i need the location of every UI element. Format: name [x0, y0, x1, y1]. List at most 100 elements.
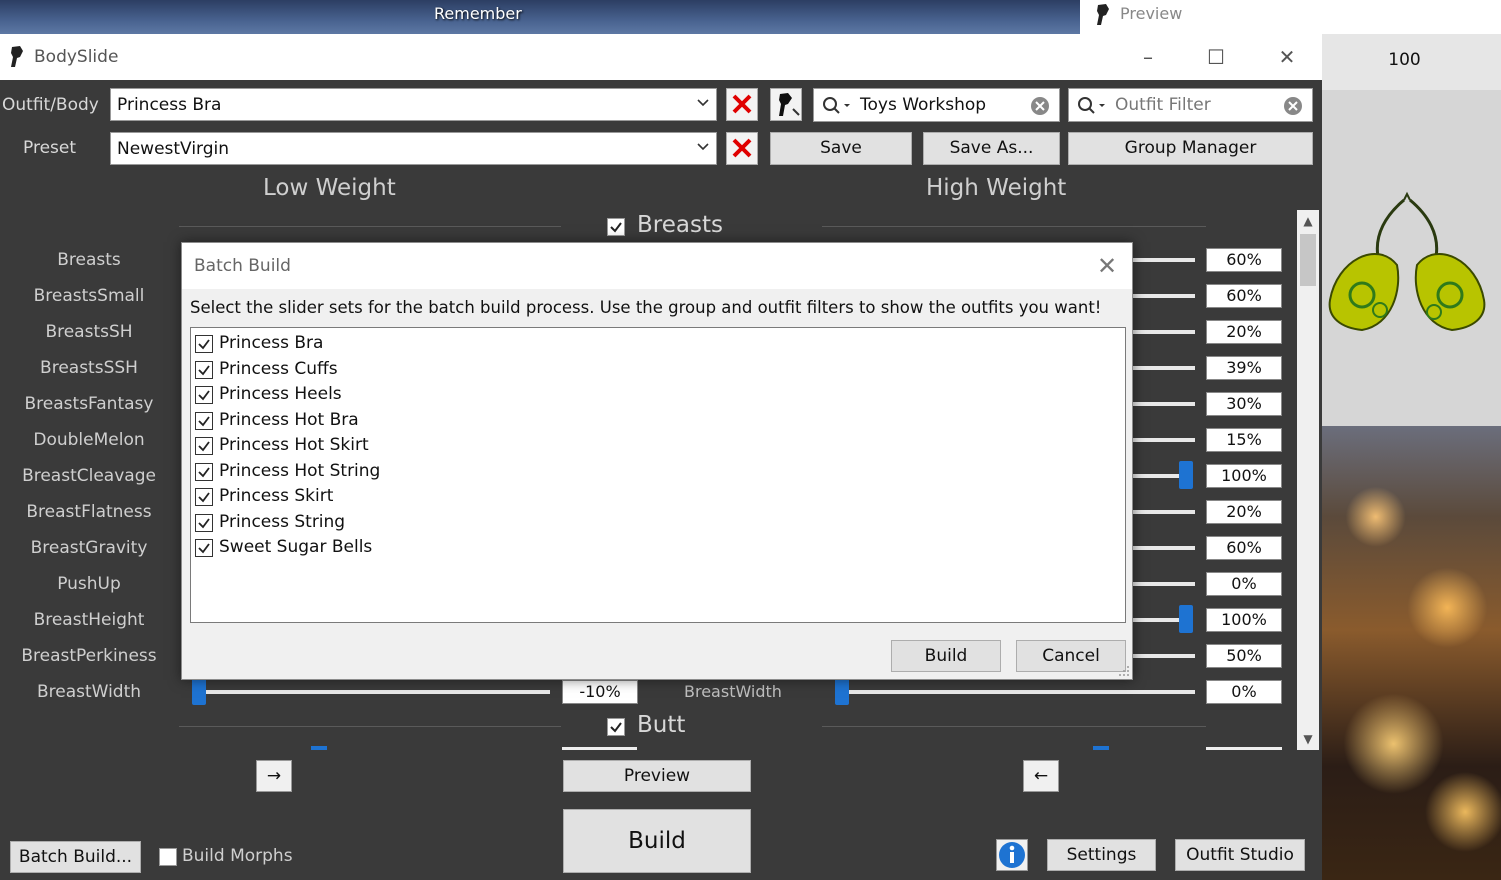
high-value-box[interactable]: 39% — [1206, 356, 1282, 380]
outfit-body-select[interactable]: Princess Bra — [110, 88, 717, 121]
high-slider-track[interactable] — [1133, 438, 1195, 442]
scroll-up-icon[interactable]: ▲ — [1297, 210, 1319, 232]
minimize-button[interactable]: – — [1125, 42, 1171, 72]
save-button[interactable]: Save — [770, 132, 912, 165]
checked-checkbox-icon[interactable] — [195, 386, 213, 404]
high-slider-track[interactable] — [838, 690, 1195, 694]
high-value-box[interactable]: 20% — [1206, 320, 1282, 344]
group-separator — [179, 226, 561, 227]
group-manager-button[interactable]: Group Manager — [1068, 132, 1313, 165]
slider-name: BreastsSmall — [33, 286, 145, 306]
checked-checkbox-icon[interactable] — [195, 488, 213, 506]
chevron-down-icon — [697, 143, 709, 151]
high-slider-track[interactable] — [1133, 402, 1195, 406]
dialog-titlebar[interactable]: Batch Build ✕ — [182, 243, 1132, 289]
slider-name: BreastCleavage — [22, 466, 156, 486]
preview-button[interactable]: Preview — [563, 760, 751, 792]
dialog-cancel-button[interactable]: Cancel — [1016, 640, 1126, 672]
settings-button[interactable]: Settings — [1047, 839, 1156, 871]
high-value-box[interactable]: 60% — [1206, 536, 1282, 560]
checked-checkbox-icon[interactable] — [195, 437, 213, 455]
high-slider-track[interactable] — [1133, 258, 1195, 262]
checked-checkbox-icon[interactable] — [195, 361, 213, 379]
high-slider-thumb[interactable] — [835, 677, 849, 705]
checklist-item-label: Princess Hot Bra — [219, 410, 359, 430]
group-separator — [179, 726, 561, 727]
group-separator — [822, 726, 1206, 727]
resize-grip-icon[interactable] — [1118, 665, 1130, 677]
high-value-box[interactable]: 0% — [1206, 680, 1282, 704]
close-button[interactable]: ✕ — [1264, 42, 1310, 72]
delete-preset-button[interactable] — [726, 132, 758, 165]
outfit-checklist[interactable]: Princess Bra Princess Cuffs Princess Hee… — [190, 327, 1126, 623]
high-slider-track[interactable] — [1133, 582, 1195, 586]
high-slider-track[interactable] — [1133, 618, 1185, 622]
high-value-box[interactable]: 60% — [1206, 248, 1282, 272]
checked-checkbox-icon[interactable] — [195, 539, 213, 557]
bodyslide-group-icon — [779, 93, 800, 116]
high-slider-track[interactable] — [1133, 294, 1195, 298]
high-slider-thumb[interactable] — [1179, 461, 1193, 489]
checked-checkbox-icon[interactable] — [195, 463, 213, 481]
dialog-build-button[interactable]: Build — [891, 640, 1001, 672]
info-button[interactable] — [996, 839, 1028, 871]
slider-thumb-partial[interactable] — [311, 746, 327, 750]
checked-checkbox-icon[interactable] — [195, 514, 213, 532]
build-morphs-checkbox[interactable] — [159, 848, 177, 866]
high-slider-track[interactable] — [1133, 654, 1195, 658]
high-value-box[interactable]: 60% — [1206, 284, 1282, 308]
checklist-item-label: Princess Skirt — [219, 486, 334, 506]
copy-to-high-button[interactable]: → — [256, 760, 292, 792]
low-value-box[interactable]: -10% — [562, 680, 638, 704]
slider-name: DoubleMelon — [33, 430, 145, 450]
checked-checkbox-icon[interactable] — [195, 412, 213, 430]
preview-window-titlebar[interactable]: Preview — [1080, 0, 1501, 34]
high-value-box[interactable]: 100% — [1206, 608, 1282, 632]
group-separator — [822, 226, 1206, 227]
sliders-scrollbar[interactable]: ▲ ▼ — [1297, 210, 1319, 750]
group-filter-value: Toys Workshop — [860, 95, 987, 115]
high-value-box[interactable]: 15% — [1206, 428, 1282, 452]
butt-group-checkbox[interactable] — [607, 718, 625, 736]
slider-name: Breasts — [57, 250, 121, 270]
outfit-filter-search[interactable]: Outfit Filter — [1068, 88, 1313, 122]
outfit-studio-button[interactable]: Outfit Studio — [1175, 839, 1305, 871]
checked-checkbox-icon[interactable] — [195, 335, 213, 353]
save-as-button[interactable]: Save As... — [923, 132, 1060, 165]
high-slider-track[interactable] — [1133, 330, 1195, 334]
high-value-box[interactable]: 0% — [1206, 572, 1282, 596]
high-slider-track[interactable] — [1133, 474, 1185, 478]
low-slider-track[interactable] — [196, 690, 550, 694]
copy-to-low-button[interactable]: ← — [1023, 760, 1059, 792]
high-slider-track[interactable] — [1133, 366, 1195, 370]
check-icon — [610, 722, 622, 733]
maximize-button[interactable]: ☐ — [1193, 42, 1239, 72]
breasts-group-checkbox[interactable] — [607, 218, 625, 236]
batch-build-button[interactable]: Batch Build... — [10, 841, 141, 873]
delete-outfit-button[interactable] — [726, 88, 758, 121]
high-value-box[interactable]: 30% — [1206, 392, 1282, 416]
slider-thumb-partial[interactable] — [1093, 746, 1109, 750]
info-icon — [999, 842, 1025, 868]
window-titlebar[interactable]: BodySlide – ☐ ✕ — [0, 34, 1322, 80]
clear-icon[interactable] — [1283, 96, 1303, 116]
build-button[interactable]: Build — [563, 809, 751, 873]
slider-name: BreastPerkiness — [21, 646, 157, 666]
bodyslide-app-icon — [8, 44, 26, 74]
low-slider-thumb[interactable] — [192, 677, 206, 705]
high-value-box[interactable]: 50% — [1206, 644, 1282, 668]
high-value-box[interactable]: 20% — [1206, 500, 1282, 524]
group-filter-search[interactable]: Toys Workshop — [813, 88, 1060, 122]
preview-zoom-value[interactable]: 100 — [1322, 50, 1487, 70]
dialog-close-icon[interactable]: ✕ — [1092, 251, 1122, 281]
high-slider-track[interactable] — [1133, 546, 1195, 550]
high-slider-thumb[interactable] — [1179, 605, 1193, 633]
high-value-box[interactable]: 100% — [1206, 464, 1282, 488]
preset-select[interactable]: NewestVirgin — [110, 132, 717, 165]
scrollbar-thumb[interactable] — [1300, 234, 1316, 286]
choose-group-button[interactable] — [770, 88, 802, 121]
high-slider-track[interactable] — [1133, 510, 1195, 514]
build-morphs-label: Build Morphs — [182, 846, 293, 866]
clear-icon[interactable] — [1030, 96, 1050, 116]
scroll-down-icon[interactable]: ▼ — [1297, 728, 1319, 750]
